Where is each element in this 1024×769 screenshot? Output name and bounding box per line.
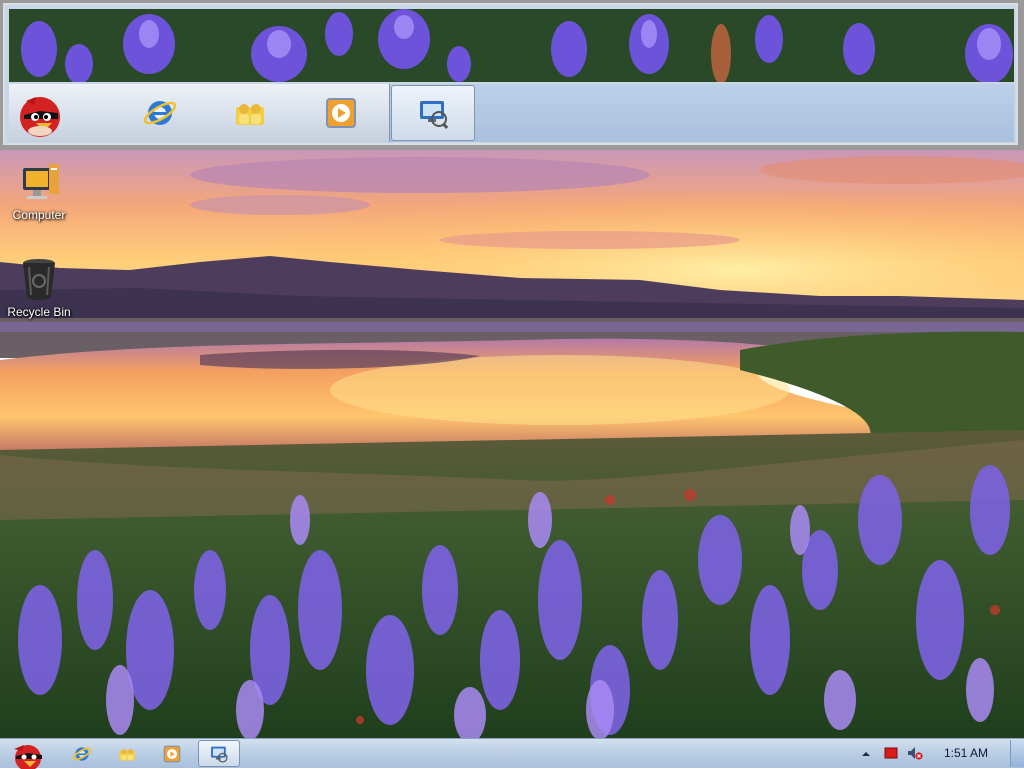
recycle-bin-icon: [15, 255, 63, 303]
start-bird-icon[interactable]: [2, 739, 50, 769]
internet-explorer-icon[interactable]: [68, 739, 96, 768]
taskbar-preview-panel: [0, 0, 1024, 150]
volume-muted-icon[interactable]: [907, 745, 923, 761]
show-desktop-button[interactable]: [1010, 740, 1024, 767]
users-folder-icon[interactable]: [221, 84, 279, 142]
users-folder-icon[interactable]: [113, 739, 141, 768]
desktop-icon-label: Computer: [12, 208, 66, 222]
internet-explorer-icon[interactable]: [131, 84, 189, 142]
media-player-icon[interactable]: [312, 84, 370, 142]
preview-pinned-group: [9, 84, 390, 142]
computer-icon: [15, 158, 63, 206]
taskbar: 1:51 AM: [0, 738, 1024, 769]
preview-wallpaper-banner: [9, 9, 1014, 82]
clock[interactable]: 1:51 AM: [944, 746, 988, 760]
preview-taskbar: [9, 84, 1014, 142]
media-player-icon[interactable]: [158, 739, 186, 768]
preview-frame: [3, 3, 1018, 145]
network-window-icon[interactable]: [198, 740, 240, 767]
red-flag-icon[interactable]: [884, 746, 898, 760]
desktop-icon-label: Recycle Bin: [7, 305, 71, 319]
network-window-icon[interactable]: [391, 85, 475, 141]
desktop-icon-recycle-bin[interactable]: Recycle Bin: [1, 255, 77, 319]
desktop-icon-computer[interactable]: Computer: [1, 158, 77, 222]
show-hidden-icons-arrow[interactable]: [860, 747, 872, 759]
start-bird-icon[interactable]: [11, 84, 69, 142]
